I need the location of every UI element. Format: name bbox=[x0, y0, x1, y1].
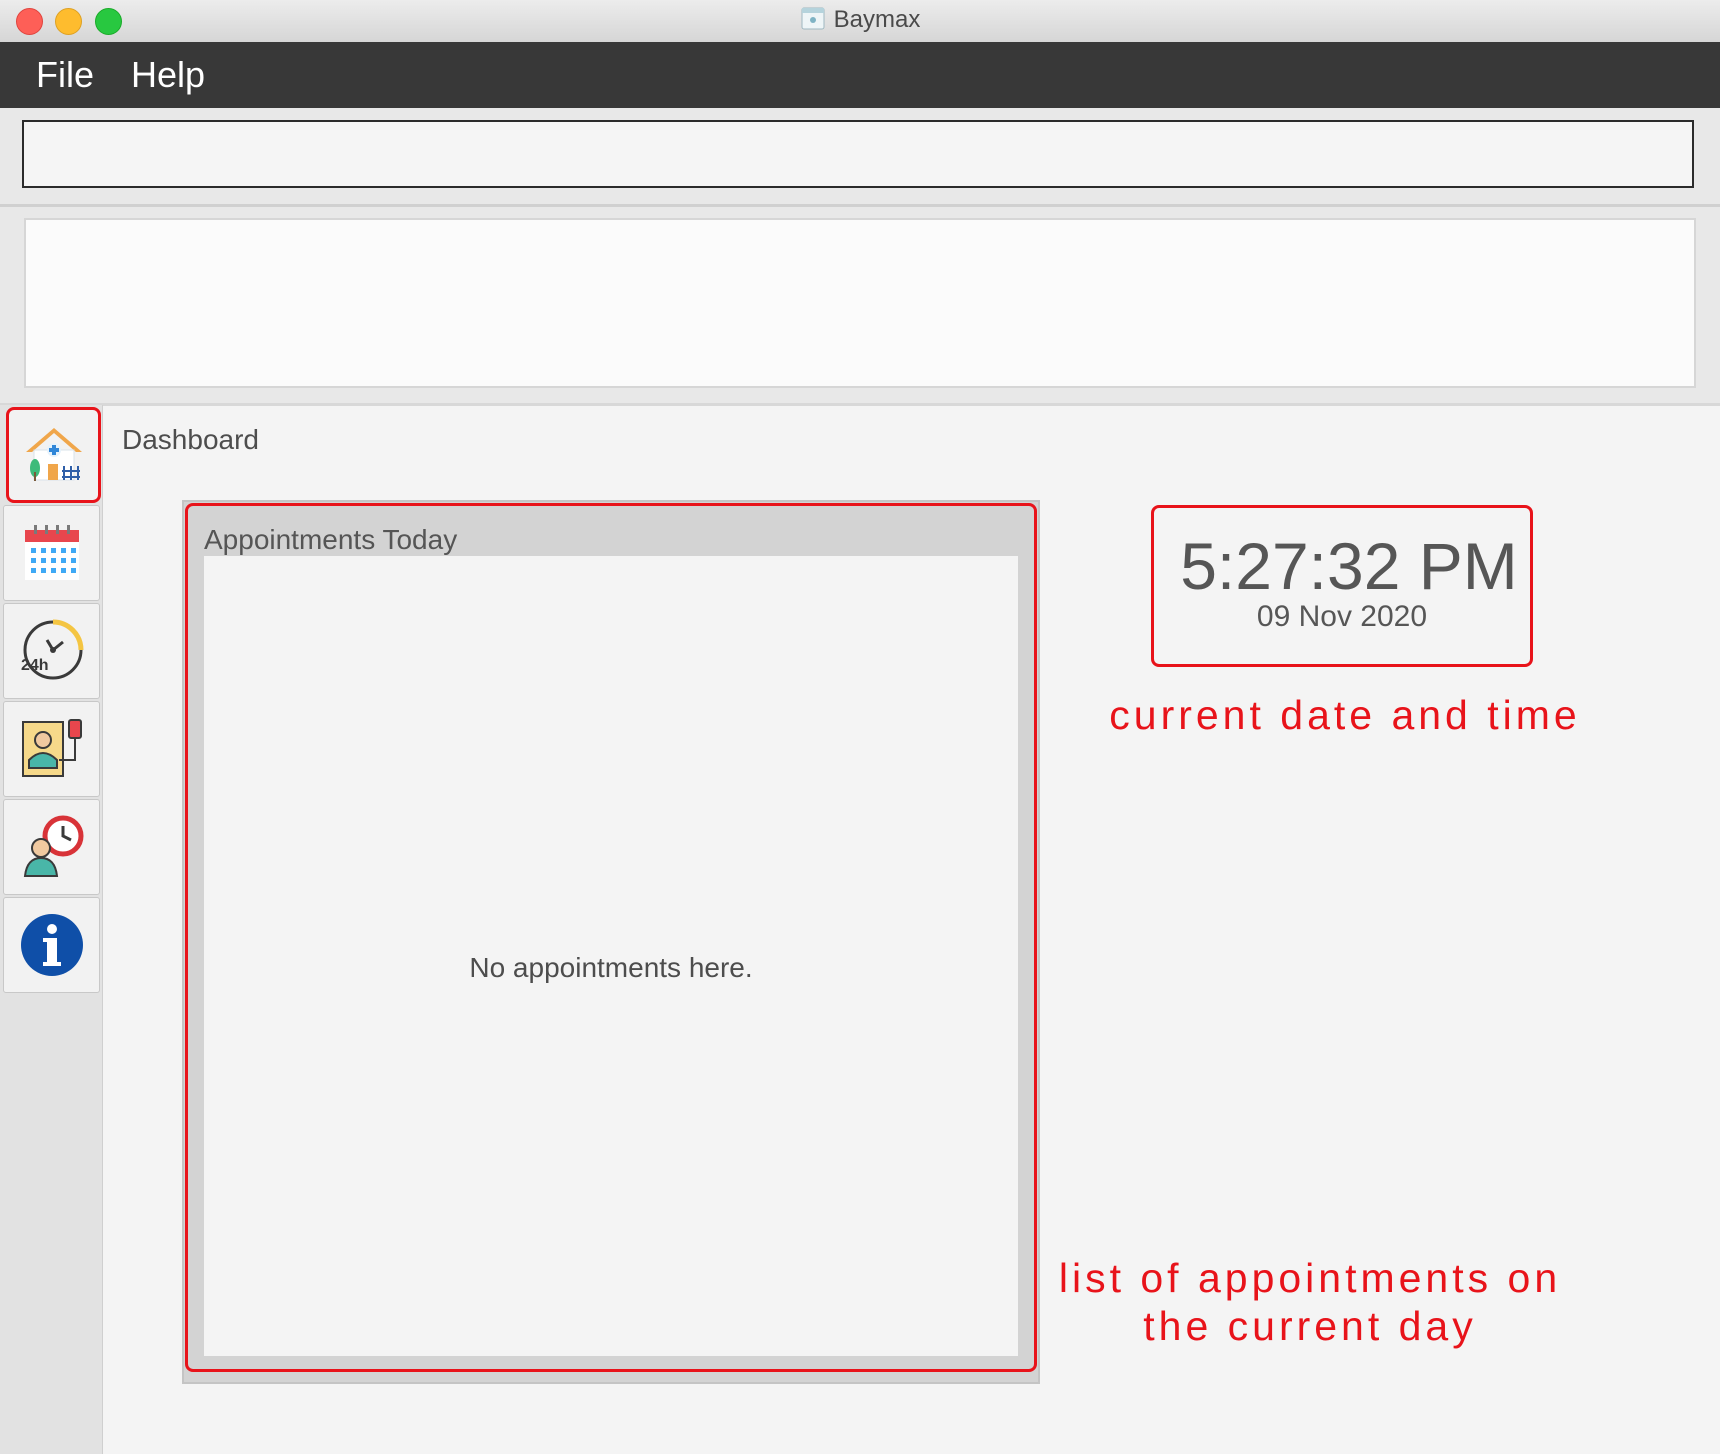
annotation-list-label: list of appointments on the current day bbox=[1040, 1254, 1580, 1350]
window-title: Baymax bbox=[833, 6, 921, 33]
house-icon bbox=[25, 428, 82, 481]
sidebar-item-dashboard[interactable] bbox=[6, 407, 101, 503]
person-clock-icon bbox=[23, 815, 83, 877]
patient-record-icon bbox=[21, 719, 82, 777]
appointments-today-panel: Appointments Today No appointments here. bbox=[182, 500, 1040, 1384]
command-box-area bbox=[0, 108, 1720, 207]
page-title: Dashboard bbox=[122, 424, 259, 455]
svg-text:24h: 24h bbox=[21, 657, 49, 674]
menu-help[interactable]: Help bbox=[131, 54, 205, 96]
current-time: 5:27:32 PM bbox=[1180, 529, 1518, 603]
annotation-list-line2: the current day bbox=[1143, 1303, 1477, 1349]
result-display-area bbox=[0, 207, 1720, 406]
calendar-icon bbox=[24, 525, 79, 580]
annotation-list-line1: list of appointments on bbox=[1058, 1255, 1562, 1301]
sidebar-item-schedule[interactable]: 24h bbox=[3, 603, 100, 699]
info-icon bbox=[20, 914, 83, 976]
command-input[interactable] bbox=[22, 120, 1694, 188]
sidebar-item-calendar[interactable] bbox=[3, 505, 100, 601]
current-date: 09 Nov 2020 bbox=[1256, 600, 1428, 633]
clock-panel: 5:27:32 PM 09 Nov 2020 bbox=[1151, 505, 1533, 667]
app-icon bbox=[801, 7, 825, 30]
clock-24h-icon: 24h bbox=[21, 619, 83, 680]
result-display bbox=[24, 218, 1696, 388]
annotation-clock-label: current date and time bbox=[1109, 692, 1581, 738]
menu-file[interactable]: File bbox=[36, 54, 94, 96]
appointments-panel-title: Appointments Today bbox=[204, 524, 458, 555]
sidebar-item-info[interactable] bbox=[3, 897, 100, 993]
title-bar: Baymax bbox=[0, 0, 1720, 43]
window-title-group: Baymax bbox=[0, 5, 1720, 34]
appointments-list[interactable]: No appointments here. bbox=[204, 556, 1018, 1356]
sidebar-item-patients[interactable] bbox=[3, 701, 100, 797]
app-window: Baymax File Help 24h Dashboard Appointme… bbox=[0, 0, 1720, 1454]
sidebar-item-appointments[interactable] bbox=[3, 799, 100, 895]
empty-list-message: No appointments here. bbox=[469, 952, 753, 983]
sidebar: 24h bbox=[0, 405, 103, 1454]
menu-bar: File Help bbox=[0, 42, 1720, 108]
